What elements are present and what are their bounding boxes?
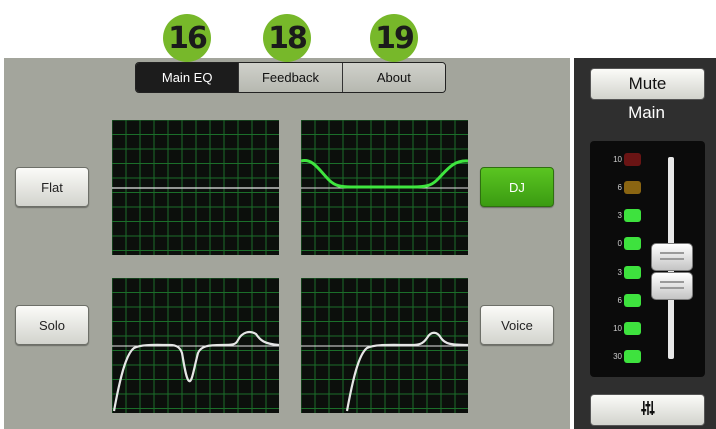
meter-led bbox=[624, 153, 641, 166]
tab-about[interactable]: About bbox=[341, 63, 445, 92]
preset-voice-button[interactable]: Voice bbox=[480, 305, 554, 345]
eq-graph-flat-svg bbox=[112, 120, 279, 255]
preset-flat-button[interactable]: Flat bbox=[15, 167, 89, 207]
meter-led bbox=[624, 181, 641, 194]
meter-led bbox=[624, 209, 641, 222]
callout-19: 19 bbox=[370, 14, 418, 62]
meter-led bbox=[624, 350, 641, 363]
meter-led bbox=[624, 322, 641, 335]
channel-name: Main bbox=[628, 103, 665, 122]
fader-handle-lower[interactable] bbox=[651, 272, 693, 300]
tab-main-eq[interactable]: Main EQ bbox=[136, 63, 239, 92]
eq-graph-dj-svg bbox=[301, 120, 468, 255]
mixer-settings-button[interactable] bbox=[590, 394, 705, 426]
callout-16: 16 bbox=[163, 14, 211, 62]
preset-solo-button[interactable]: Solo bbox=[15, 305, 89, 345]
meter-tick-label: 30 bbox=[613, 352, 622, 361]
eq-graph-flat[interactable] bbox=[112, 120, 279, 255]
mixer-sliders-icon bbox=[640, 400, 656, 421]
eq-graph-dj[interactable] bbox=[301, 120, 468, 255]
meter-tick-label: 0 bbox=[617, 239, 622, 248]
meter-tick-label: 10 bbox=[613, 155, 622, 164]
eq-curve-voice bbox=[345, 331, 468, 412]
eq-panel bbox=[4, 58, 570, 429]
meter-led bbox=[624, 266, 641, 279]
tab-feedback[interactable]: Feedback bbox=[238, 63, 342, 92]
eq-graph-solo[interactable] bbox=[112, 278, 279, 413]
eq-graph-voice-svg bbox=[301, 278, 468, 413]
fader-handle-upper[interactable] bbox=[651, 243, 693, 271]
preset-dj-button[interactable]: DJ bbox=[480, 167, 554, 207]
meter-tick-label: 3 bbox=[617, 211, 622, 220]
meter-tick-label: 10 bbox=[613, 324, 622, 333]
meter-tick-label: 6 bbox=[617, 183, 622, 192]
meter-led bbox=[624, 294, 641, 307]
eq-tab-bar: Main EQ Feedback About bbox=[135, 62, 446, 93]
meter-tick-label: 6 bbox=[617, 296, 622, 305]
eq-graph-solo-svg bbox=[112, 278, 279, 413]
level-meter-fader: 10 6 3 0 3 6 10 30 bbox=[590, 141, 705, 377]
mute-button[interactable]: Mute bbox=[590, 68, 705, 100]
eq-graph-voice[interactable] bbox=[301, 278, 468, 413]
meter-tick-label: 3 bbox=[617, 268, 622, 277]
callout-18: 18 bbox=[263, 14, 311, 62]
meter-led bbox=[624, 237, 641, 250]
